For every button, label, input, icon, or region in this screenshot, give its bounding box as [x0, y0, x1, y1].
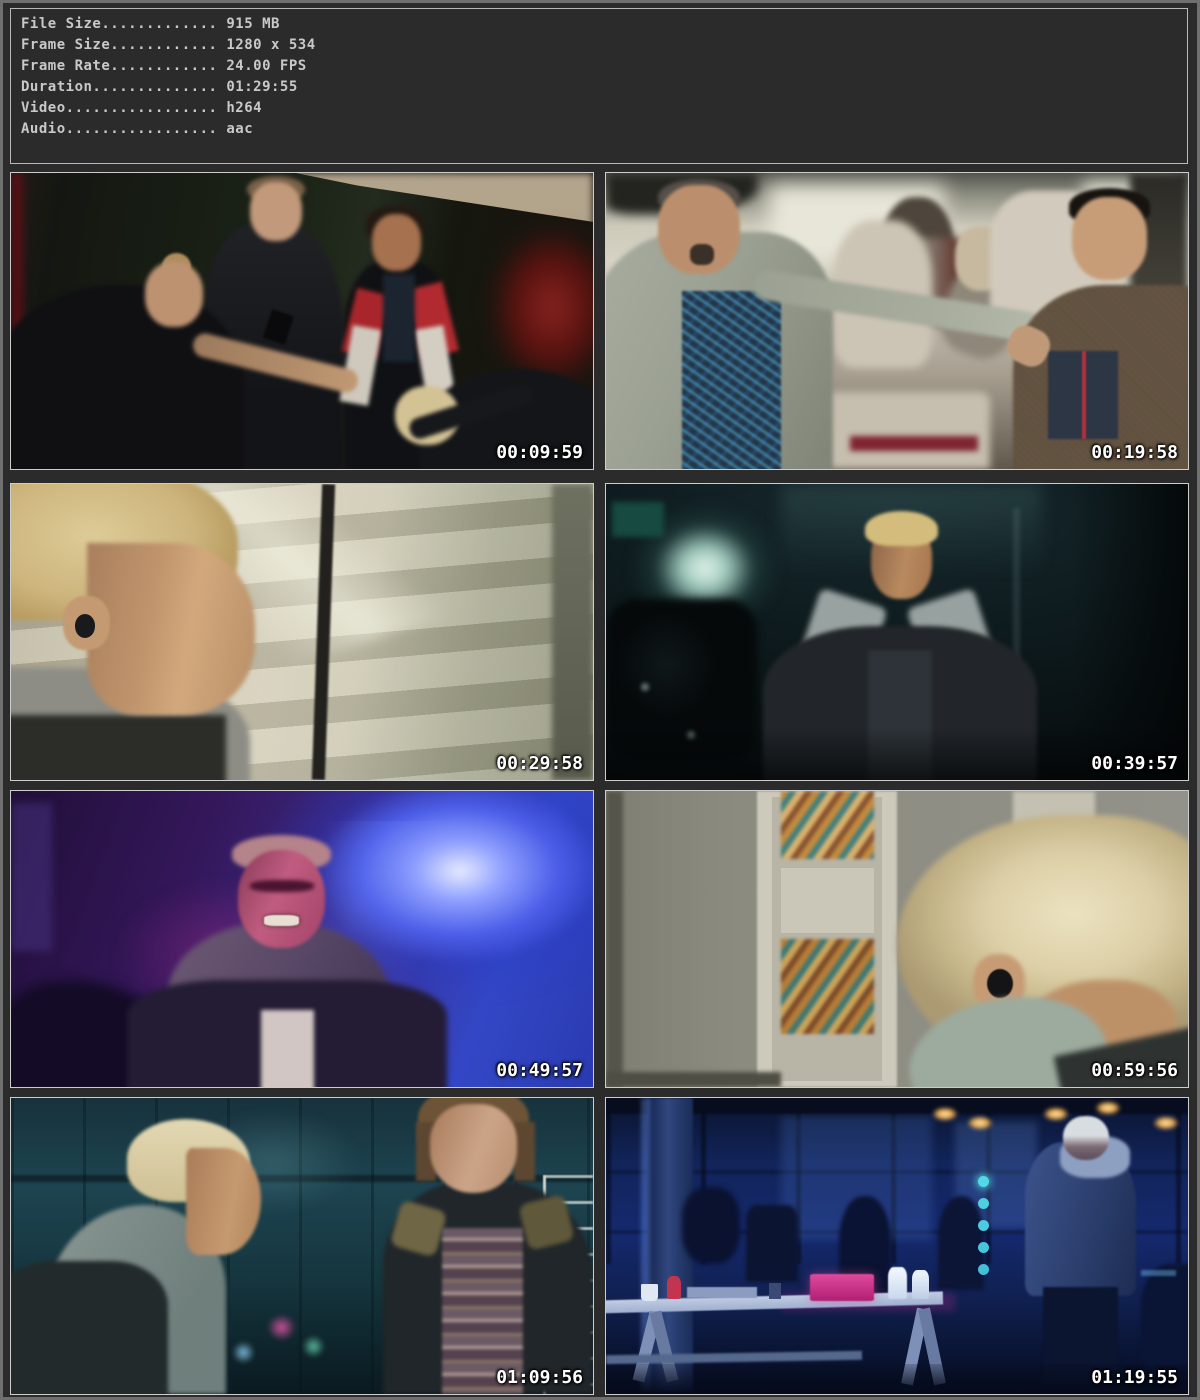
scene2-patterned-shirt — [682, 291, 781, 470]
timestamp-overlay: 00:29:58 — [496, 755, 583, 773]
scene6-blank-panel — [781, 868, 874, 933]
screenshot-thumbnail-2: 00:19:58 — [605, 172, 1189, 470]
scene3-face-profile — [87, 543, 256, 715]
scene1-jacket-navy-center — [383, 274, 415, 363]
scene1-red-light — [488, 226, 594, 389]
scene2-tweed-man-head — [1072, 197, 1148, 280]
scene5-lit-face — [238, 850, 325, 948]
scene1-foreground-man — [10, 285, 244, 470]
scene4-blond-hair — [865, 511, 938, 547]
scene7-magenta-bokeh — [267, 1314, 296, 1341]
scene1-man-head — [250, 182, 302, 241]
timestamp-overlay: 00:59:56 — [1091, 1062, 1178, 1080]
timestamp-overlay: 00:39:57 — [1091, 755, 1178, 773]
screenshot-thumbnail-6: 00:59:56 — [605, 790, 1189, 1088]
scene8-pink-box — [810, 1274, 874, 1301]
scene5-grimace-teeth — [264, 915, 299, 925]
scene1-woman-head — [372, 214, 421, 270]
scene2-seat-back — [816, 392, 991, 469]
preview-sheet: File Size............. 915 MB Frame Size… — [0, 0, 1200, 1400]
scene8-warm-lamp — [932, 1107, 958, 1121]
file-info-panel: File Size............. 915 MB Frame Size… — [10, 8, 1188, 164]
scene4-teal-sign — [612, 502, 664, 538]
scene8-man-bowed-head — [1063, 1116, 1110, 1160]
screenshot-thumbnail-7: 01:09:56 — [10, 1097, 594, 1395]
scene5-brow-shadow — [250, 880, 314, 892]
file-info-line-duration: Duration.............. 01:29:55 — [21, 77, 1177, 98]
scene8-warm-lamp — [1153, 1116, 1179, 1130]
screenshot-thumbnail-5: 00:49:57 — [10, 790, 594, 1088]
timestamp-overlay: 00:49:57 — [496, 1062, 583, 1080]
scene6-floor — [606, 1072, 781, 1087]
scene7-blue-bokeh — [232, 1341, 255, 1365]
file-info-line-framesize: Frame Size............ 1280 x 534 — [21, 35, 1177, 56]
scene8-paper-stack — [687, 1287, 757, 1297]
timestamp-overlay: 01:09:56 — [496, 1369, 583, 1387]
scene6-artwork-lower — [781, 939, 874, 1034]
screenshot-thumbnail-4: 00:39:57 — [605, 483, 1189, 781]
scene8-person-silhouette-2 — [938, 1196, 985, 1291]
scene8-warm-lamp — [967, 1116, 993, 1130]
scene2-red-zipper — [1082, 351, 1087, 440]
scene8-grill-silhouette — [746, 1205, 798, 1282]
screenshot-thumbnail-3: 00:29:58 — [10, 483, 594, 781]
timestamp-overlay: 00:09:59 — [496, 444, 583, 462]
timestamp-overlay: 01:19:55 — [1091, 1369, 1178, 1387]
scene6-artwork-upper — [781, 791, 874, 859]
scene8-warm-lamp — [1043, 1107, 1069, 1121]
timestamp-overlay: 00:19:58 — [1091, 444, 1178, 462]
scene8-water-bottle — [888, 1267, 907, 1300]
scene8-ketchup-bottle — [667, 1276, 681, 1300]
scene7-hair-lock-right — [514, 1122, 534, 1181]
scene8-car-highlight — [1141, 1270, 1176, 1276]
scene5-white-shirt — [261, 1010, 313, 1088]
scene4-door-edge — [1013, 508, 1020, 671]
scene3-dark-jacket — [10, 715, 226, 781]
scene8-paper-cup — [641, 1284, 658, 1300]
scene3-right-shade — [552, 484, 593, 780]
file-info-line-audio: Audio................. aac — [21, 119, 1177, 140]
scene7-profile-face — [186, 1148, 262, 1255]
scene1-foreground-man-head — [145, 262, 203, 327]
file-info-line-filesize: File Size............. 915 MB — [21, 14, 1177, 35]
screenshot-thumbnail-1: 00:09:59 — [10, 172, 594, 470]
scene8-car-silhouette — [1141, 1264, 1189, 1371]
scene7-dark-jacket — [10, 1261, 168, 1395]
file-info-line-framerate: Frame Rate............ 24.00 FPS — [21, 56, 1177, 77]
scene8-small-bottle — [769, 1283, 781, 1299]
scene7-green-bokeh — [302, 1335, 325, 1359]
scene2-goatee — [690, 244, 713, 265]
scene6-left-shadow — [606, 791, 623, 1087]
scene7-tall-man-face — [430, 1104, 517, 1193]
scene8-warm-lamp — [1095, 1101, 1121, 1115]
scene8-water-bottle — [912, 1270, 929, 1300]
scene5-left-panel — [11, 803, 52, 951]
scene2-red-floor — [850, 436, 978, 451]
screenshot-thumbnail-8: 01:19:55 — [605, 1097, 1189, 1395]
file-info-line-video: Video................. h264 — [21, 98, 1177, 119]
scene8-equipment-silhouette — [682, 1187, 740, 1264]
